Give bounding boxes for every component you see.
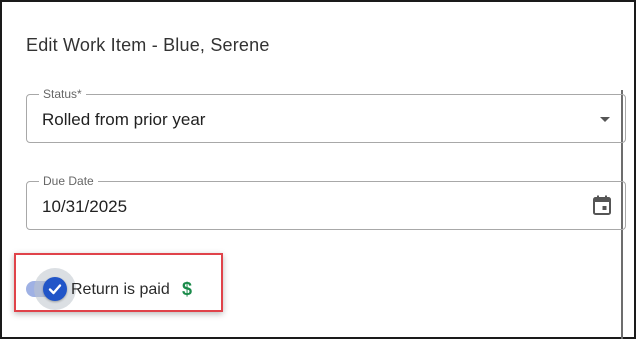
dollar-icon: $ xyxy=(182,279,193,299)
status-value: Rolled from prior year xyxy=(42,110,206,129)
dialog: Edit Work Item - Blue, Serene Status* Ro… xyxy=(0,0,636,339)
status-label: Status* xyxy=(39,87,86,101)
return-paid-label[interactable]: Return is paid xyxy=(71,281,170,299)
checkmark-icon xyxy=(48,284,62,295)
dialog-title: Edit Work Item - Blue, Serene xyxy=(26,35,270,55)
status-select[interactable]: Status* Rolled from prior year xyxy=(26,87,626,143)
calendar-icon[interactable] xyxy=(593,195,611,215)
toggle-thumb[interactable] xyxy=(43,277,67,301)
due-date-label: Due Date xyxy=(39,174,98,188)
due-date-value[interactable]: 10/31/2025 xyxy=(42,197,127,217)
return-paid-toggle[interactable] xyxy=(26,268,76,310)
due-date-field[interactable]: Due Date 10/31/2025 xyxy=(26,174,626,230)
dropdown-caret-icon[interactable] xyxy=(600,117,610,122)
